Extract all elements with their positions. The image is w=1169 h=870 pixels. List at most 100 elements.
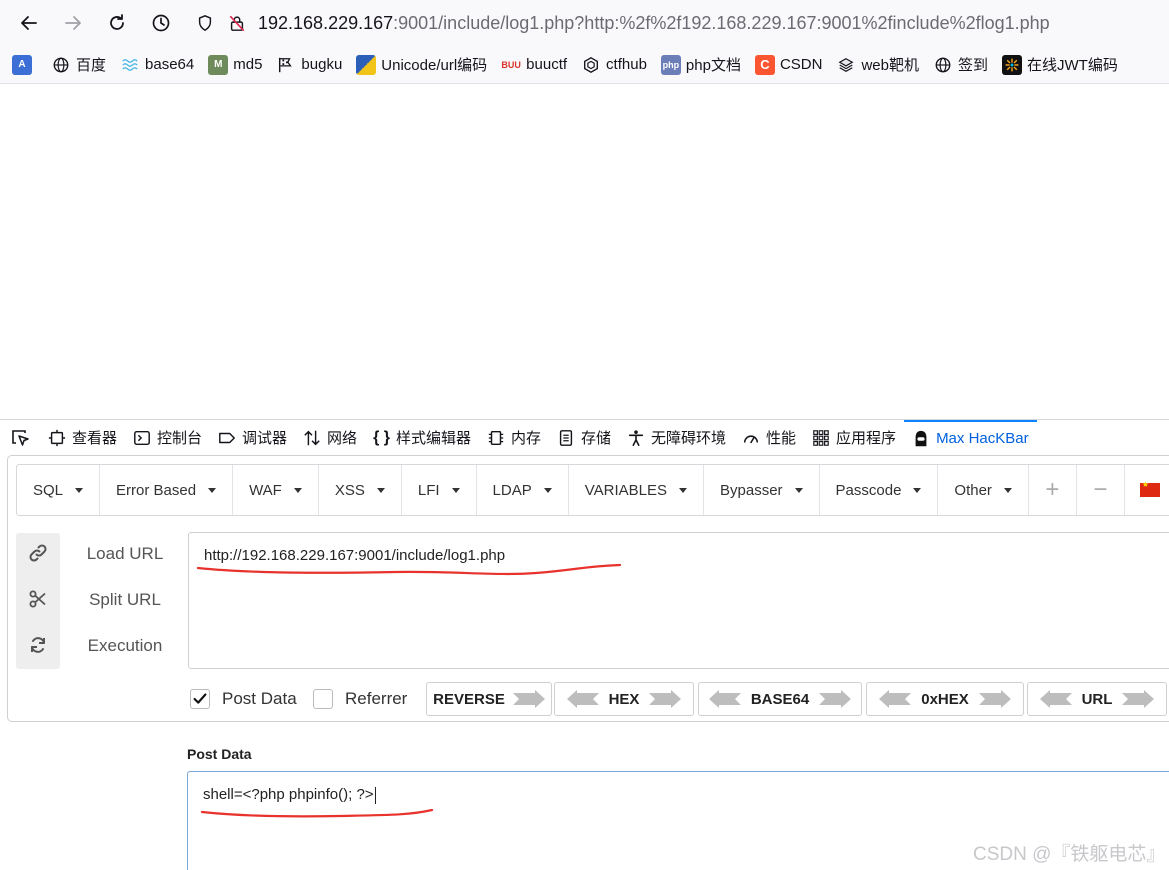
translate-icon: A (12, 54, 32, 75)
debugger-icon (219, 432, 235, 443)
bookmark-item[interactable]: Unicode/url编码 (356, 54, 487, 75)
menu-label: Error Based (116, 481, 197, 499)
execution-button[interactable]: Execution (70, 636, 180, 656)
forward-button[interactable] (58, 8, 88, 38)
storage-icon (559, 429, 573, 446)
tab-accessibility[interactable]: 无障碍环境 (619, 420, 734, 456)
scissors-icon[interactable] (28, 589, 48, 609)
post-data-heading: Post Data (187, 746, 252, 762)
action-icon-strip (16, 533, 60, 669)
menu-waf[interactable]: WAF (233, 465, 319, 515)
base64-button[interactable]: BASE64 (698, 682, 862, 716)
encoder-label: 0xHEX (921, 690, 969, 708)
insecure-lock-icon[interactable] (226, 12, 248, 34)
performance-icon (743, 434, 759, 443)
shield-icon[interactable] (194, 12, 216, 34)
tab-max-hackbar[interactable]: Max HacKBar (904, 419, 1037, 456)
menu-label: LFI (417, 481, 440, 499)
caret-down-icon (1003, 487, 1012, 493)
decrease-button[interactable]: − (1077, 465, 1125, 515)
bookmark-item[interactable]: M md5 (208, 54, 263, 75)
bookmark-item[interactable]: php php文档 (660, 54, 741, 75)
referrer-toggle[interactable]: Referrer (313, 683, 407, 715)
bookmark-item[interactable]: BUU buuctf (501, 55, 567, 75)
encoder-label: BASE64 (750, 690, 810, 708)
menu-label: LDAP (492, 481, 532, 499)
caret-down-icon (376, 487, 385, 493)
element-picker-button[interactable] (0, 420, 40, 456)
bookmark-item[interactable]: 签到 (933, 54, 988, 75)
post-data-toggle[interactable]: Post Data (190, 683, 297, 715)
url-encode-button[interactable]: URL (1027, 682, 1167, 716)
bookmark-item[interactable]: base64 (120, 55, 194, 75)
caret-down-icon (794, 487, 803, 493)
post-data-checkbox[interactable] (190, 689, 210, 709)
bookmark-item[interactable]: C CSDN (754, 54, 822, 75)
tab-network[interactable]: 网络 (295, 420, 365, 456)
tab-debugger[interactable]: 调试器 (210, 420, 295, 456)
address-bar[interactable]: 192.168.229.167:9001/include/log1.php?ht… (194, 6, 1169, 40)
arrow-right-icon (512, 690, 545, 708)
bookmark-item[interactable]: ctfhub (581, 55, 647, 75)
tab-label: 样式编辑器 (395, 430, 471, 447)
back-button[interactable] (14, 8, 44, 38)
tab-style-editor[interactable]: { } 样式编辑器 (365, 420, 479, 456)
hex-button[interactable]: HEX (554, 682, 694, 716)
bookmark-translate[interactable]: A (12, 54, 37, 75)
menu-variables[interactable]: VARIABLES (569, 465, 704, 515)
reverse-button[interactable]: REVERSE (426, 682, 552, 716)
tab-console[interactable]: 控制台 (125, 420, 210, 456)
menu-bypasser[interactable]: Bypasser (704, 465, 820, 515)
menu-lfi[interactable]: LFI (402, 465, 477, 515)
tab-label: 应用程序 (836, 430, 897, 447)
post-data-text: shell=<?php phpinfo(); ?> (203, 786, 374, 803)
base64-icon (120, 55, 140, 75)
tab-label: 存储 (581, 430, 612, 447)
arrow-right-icon (649, 690, 682, 708)
bookmark-label: Unicode/url编码 (381, 57, 488, 74)
post-data-label: Post Data (222, 689, 297, 708)
referrer-checkbox[interactable] (313, 689, 333, 709)
style-editor-icon: { } (373, 428, 390, 446)
caret-down-icon (75, 487, 84, 493)
menu-other[interactable]: Other (938, 465, 1029, 515)
bookmark-label: md5 (233, 56, 263, 73)
caret-down-icon (543, 487, 552, 493)
menu-label: VARIABLES (584, 481, 667, 499)
tab-performance[interactable]: 性能 (734, 420, 804, 456)
increase-button[interactable]: + (1029, 465, 1077, 515)
menu-xss[interactable]: XSS (319, 465, 402, 515)
url-textarea[interactable]: http://192.168.229.167:9001/include/log1… (188, 532, 1169, 669)
link-icon[interactable] (28, 543, 48, 563)
bookmark-item[interactable]: 在线JWT编码 (1002, 54, 1118, 75)
tab-storage[interactable]: 存储 (549, 420, 619, 456)
refresh-icon[interactable] (28, 635, 48, 655)
encoder-label: URL (1081, 690, 1113, 708)
arrow-right-icon (819, 690, 852, 708)
buuctf-icon: BUU (501, 59, 521, 70)
history-button[interactable] (146, 8, 176, 38)
menu-passcode[interactable]: Passcode (820, 465, 939, 515)
bookmark-item[interactable]: bugku (276, 55, 342, 75)
tab-inspector[interactable]: 查看器 (40, 420, 125, 456)
menu-error-based[interactable]: Error Based (100, 465, 234, 515)
bookmark-label: base64 (145, 56, 195, 73)
tab-memory[interactable]: 内存 (479, 420, 549, 456)
menu-label: Other (954, 481, 992, 499)
bookmark-item[interactable]: 百度 (51, 54, 106, 75)
menu-label: Passcode (835, 481, 902, 499)
split-url-button[interactable]: Split URL (70, 590, 180, 610)
bookmark-label: web靶机 (861, 57, 919, 74)
load-url-button[interactable]: Load URL (70, 544, 180, 564)
menu-sql[interactable]: SQL (17, 465, 101, 515)
php-icon: php (660, 54, 681, 75)
tab-application[interactable]: 应用程序 (804, 420, 904, 456)
language-button[interactable] (1125, 465, 1169, 515)
menu-ldap[interactable]: LDAP (477, 465, 569, 515)
bookmark-item[interactable]: web靶机 (836, 54, 919, 75)
reload-button[interactable] (102, 8, 132, 38)
console-icon (134, 430, 150, 445)
tab-label: Max HacKBar (936, 430, 1029, 447)
bookmark-label: bugku (301, 56, 343, 73)
0xhex-button[interactable]: 0xHEX (866, 682, 1024, 716)
